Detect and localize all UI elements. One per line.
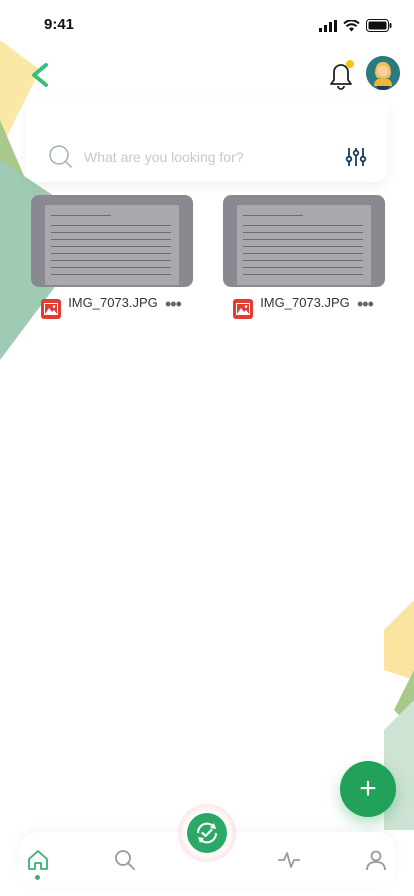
home-icon[interactable] [26,848,50,872]
wifi-icon [343,19,360,31]
status-icons [319,19,392,32]
file-thumbnail[interactable] [223,195,385,287]
active-indicator [35,875,40,880]
sync-button[interactable] [178,804,236,862]
back-button[interactable] [22,58,56,92]
file-name: IMG_7073.JPG [260,295,350,310]
image-icon [233,299,253,319]
status-time: 9:41 [44,16,75,33]
signal-icon [319,19,337,32]
more-options-icon[interactable]: ••• [357,295,375,313]
search-card: What are you looking for? [26,98,388,182]
avatar[interactable] [366,56,400,90]
search-icon [49,145,72,168]
notifications-button[interactable] [324,58,358,92]
more-options-icon[interactable]: ••• [165,295,183,313]
plus-icon: + [359,772,377,805]
file-item[interactable]: IMG_7073.JPG ••• [223,195,385,319]
battery-icon [366,19,392,32]
search-input[interactable]: What are you looking for? [84,149,344,165]
chevron-left-icon [32,63,48,87]
image-icon [41,299,61,319]
user-avatar-icon [366,56,400,90]
document-photo [45,205,179,285]
filter-sliders-icon[interactable] [344,145,368,169]
search-icon[interactable] [113,848,137,872]
activity-icon[interactable] [277,848,301,872]
search-bar[interactable]: What are you looking for? [48,142,368,172]
notification-dot [346,60,354,68]
status-bar: 9:41 [0,0,414,50]
file-thumbnail[interactable] [31,195,193,287]
profile-icon[interactable] [364,848,388,872]
file-item[interactable]: IMG_7073.JPG ••• [31,195,193,319]
document-photo [237,205,371,285]
bell-icon [330,60,354,90]
add-button[interactable]: + [340,761,396,817]
file-name: IMG_7073.JPG [68,295,158,310]
sync-check-icon [196,822,218,844]
